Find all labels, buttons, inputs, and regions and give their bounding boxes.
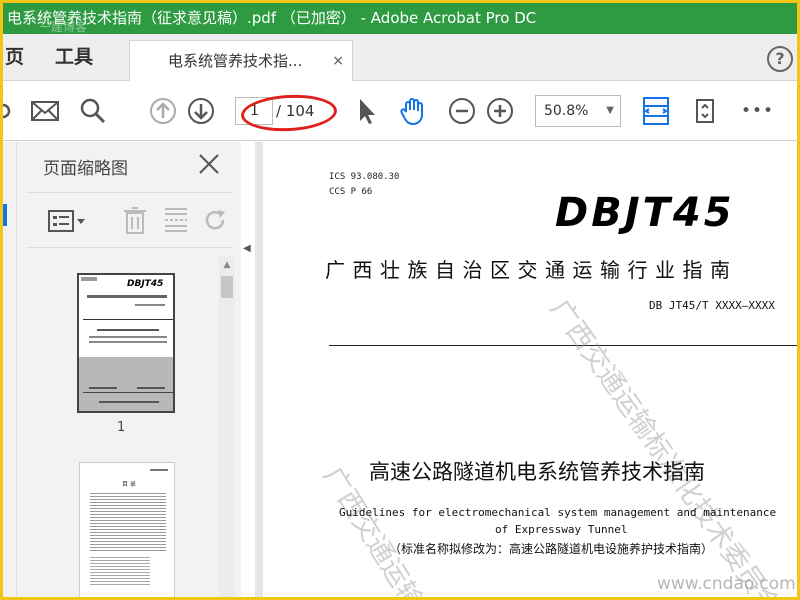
title-change-note: （标准名称拟修改为：高速公路隧道机电设施养护技术指南） <box>389 542 714 556</box>
guide-category-title: 广西壮族自治区交通运输行业指南 <box>325 258 738 282</box>
tab-bar: 页 工具 电系统管养技术指... × ? <box>3 34 797 82</box>
toolbar: 1 / 104 50.8% ▼ ••• <box>3 81 797 141</box>
ics-code-block: ICS 93.080.30 CCS P 66 <box>329 170 399 200</box>
fit-width-icon[interactable] <box>640 95 672 127</box>
document-main-title: 高速公路隧道机电系统管养技术指南 <box>369 460 705 484</box>
close-icon[interactable] <box>197 152 221 176</box>
title-bar: 电系统管养技术指南（征求意见稿）.pdf （已加密） - Adobe Acrob… <box>3 3 797 34</box>
zoom-value: 50.8% <box>544 103 589 119</box>
search-icon[interactable] <box>77 95 109 127</box>
more-tools-button[interactable]: ••• <box>741 95 774 127</box>
tab-document[interactable]: 电系统管养技术指... × <box>129 40 353 82</box>
ics-code: ICS 93.080.30 <box>329 172 400 182</box>
document-view[interactable]: ICS 93.080.30 CCS P 66 DBJT45 广西壮族自治区交通运… <box>255 142 797 597</box>
rotate-page-icon[interactable] <box>201 205 231 235</box>
extract-pages-icon[interactable] <box>161 205 191 235</box>
standard-code: DB JT45/T XXXX—XXXX <box>649 299 775 312</box>
mail-icon[interactable] <box>29 95 61 127</box>
help-button[interactable]: ? <box>767 46 793 72</box>
header-rule <box>329 345 797 346</box>
ccs-code: CCS P 66 <box>329 187 373 197</box>
standard-logo: DBJT45 <box>555 190 735 236</box>
english-title-line-1: Guidelines for electromechanical system … <box>339 506 777 519</box>
thumbnail-1-heading: DBJT45 <box>127 279 164 289</box>
document-tab-label: 电系统管养技术指... <box>168 52 303 70</box>
page-thumbnail-2[interactable]: 目 录 <box>79 462 175 597</box>
close-tab-button[interactable]: × <box>332 41 344 81</box>
zoom-in-icon[interactable] <box>484 95 516 127</box>
zoom-select[interactable]: 50.8% ▼ <box>535 95 621 127</box>
english-title-line-2: of Expressway Tunnel <box>495 523 628 536</box>
thumbnail-pane: 页面缩略图 ▲ DBJT45 1 目 录 <box>17 142 241 597</box>
acrobat-window: 电系统管养技术指南（征求意见稿）.pdf （已加密） - Adobe Acrob… <box>3 3 797 597</box>
thumbnail-options-icon[interactable] <box>47 207 87 235</box>
thumbnail-2-heading: 目 录 <box>122 481 136 488</box>
previous-page-icon[interactable] <box>147 95 179 127</box>
tab-home[interactable]: 页 <box>5 34 24 81</box>
document-page: ICS 93.080.30 CCS P 66 DBJT45 广西壮族自治区交通运… <box>263 142 797 597</box>
thumbnail-1-number: 1 <box>117 420 126 435</box>
title-watermark: 一建博客 <box>39 20 88 34</box>
zoom-out-icon[interactable] <box>446 95 478 127</box>
collapse-pane-arrow-icon[interactable]: ◀ <box>243 239 253 259</box>
watermark-url: www.cndao.com <box>657 574 796 594</box>
active-panel-indicator <box>3 204 7 226</box>
thumbnail-toolbar <box>27 192 232 248</box>
hand-tool-icon[interactable] <box>397 95 429 127</box>
scrollbar-thumb[interactable] <box>221 276 233 298</box>
thumbnail-pane-title: 页面缩略图 <box>43 159 128 179</box>
tab-tools[interactable]: 工具 <box>55 34 93 81</box>
rotate-view-icon[interactable] <box>689 95 721 127</box>
thumbnail-scrollbar[interactable]: ▲ <box>219 256 235 597</box>
page-thumbnail-1[interactable]: DBJT45 <box>77 273 175 413</box>
next-page-icon[interactable] <box>185 95 217 127</box>
chevron-down-icon: ▼ <box>606 105 614 116</box>
left-navigation-strip <box>3 142 17 597</box>
save-icon[interactable] <box>3 95 19 127</box>
delete-icon[interactable] <box>121 205 149 235</box>
scroll-up-arrow-icon[interactable]: ▲ <box>219 258 235 272</box>
select-cursor-icon[interactable] <box>351 95 383 127</box>
